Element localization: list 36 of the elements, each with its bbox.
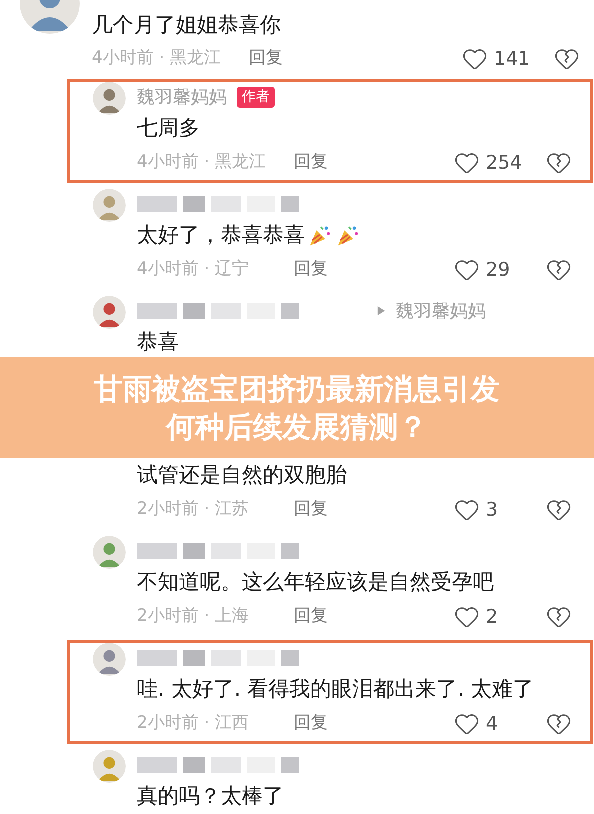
- reply-link[interactable]: 回复: [294, 257, 328, 283]
- like-count: 141: [493, 46, 532, 72]
- banner-title-line: 何种后续发展猜测？: [166, 408, 428, 446]
- comment-meta: 2小时前 · 江西: [137, 712, 250, 736]
- comment-text: 试管还是自然的双胞胎: [137, 462, 347, 490]
- like-count: 3: [485, 498, 500, 523]
- like-count: 2: [485, 604, 500, 630]
- user-name[interactable]: 魏羽馨妈妈: [137, 84, 227, 110]
- reply-link[interactable]: 回复: [249, 46, 283, 72]
- reply-arrow-icon: [377, 306, 386, 316]
- like-count: 254: [485, 150, 524, 176]
- comment-text: 恭喜: [137, 329, 179, 356]
- like-count: 4: [485, 712, 500, 737]
- avatar[interactable]: [93, 296, 126, 329]
- reply-link[interactable]: 回复: [294, 497, 328, 523]
- reply-link[interactable]: 回复: [294, 711, 328, 737]
- comment-meta: 4小时前 · 辽宁: [137, 258, 250, 282]
- comment-text: 七周多: [137, 115, 200, 142]
- banner-title-line: 甘雨被盗宝团挤扔最新消息引发: [94, 370, 500, 408]
- author-badge: 作者: [237, 86, 275, 108]
- avatar[interactable]: [93, 536, 126, 569]
- like-count: 29: [485, 258, 512, 283]
- comment-text: 不知道呢。这么年轻应该是自然受孕吧: [137, 569, 494, 596]
- reply-link[interactable]: 回复: [294, 150, 328, 176]
- avatar[interactable]: [93, 643, 126, 676]
- comment-meta: 2小时前 · 江苏: [137, 498, 250, 522]
- comment-meta: 4小时前 · 黑龙江: [137, 151, 268, 174]
- comment-text: 几个月了姐姐恭喜你: [92, 12, 282, 39]
- comment-meta: 4小时前 · 黑龙江: [92, 47, 222, 70]
- reply-to-name[interactable]: 魏羽馨妈妈: [396, 298, 486, 324]
- comment-text: 哇. 太好了. 看得我的眼泪都出来了. 太难了: [137, 676, 534, 704]
- comment-text: 太好了，恭喜恭喜: [137, 222, 305, 250]
- comment-text: 真的吗？太棒了: [137, 783, 284, 810]
- comment-meta: 2小时前 · 上海: [137, 605, 250, 628]
- avatar[interactable]: [93, 82, 126, 115]
- reply-link[interactable]: 回复: [294, 604, 328, 630]
